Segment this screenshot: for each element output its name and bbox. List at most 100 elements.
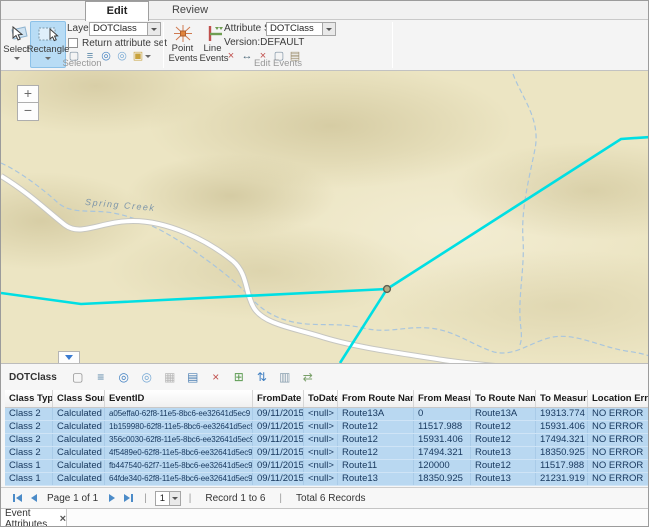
table-cell[interactable]: NO ERROR bbox=[588, 447, 649, 459]
table-cell[interactable]: <null> bbox=[304, 447, 338, 459]
table-cell[interactable]: Calculated bbox=[53, 421, 105, 433]
table-cell[interactable]: 21231.919 bbox=[536, 473, 588, 485]
table-row[interactable]: Class 2Calculated356c0030-62f8-11e5-8bc6… bbox=[5, 434, 649, 447]
close-tab-icon[interactable]: × bbox=[60, 513, 66, 525]
map-canvas[interactable]: Spring Creek + − bbox=[1, 71, 649, 363]
table-cell[interactable]: 19313.774 bbox=[536, 408, 588, 420]
table-cell[interactable]: 15931.406 bbox=[536, 421, 588, 433]
page-number-dropdown-arrow[interactable] bbox=[169, 492, 180, 505]
save-icon[interactable]: ▦ bbox=[163, 370, 177, 384]
table-cell[interactable]: NO ERROR bbox=[588, 473, 649, 485]
table-cell[interactable]: Class 2 bbox=[5, 421, 53, 433]
table-cell[interactable]: Route11 bbox=[338, 460, 414, 472]
table-cell[interactable]: 1b159980-62f8-11e5-8bc6-ee32641d5ec9 bbox=[105, 421, 253, 433]
layer-dropdown-arrow[interactable] bbox=[147, 23, 160, 35]
table-cell[interactable]: Route12 bbox=[471, 434, 536, 446]
table-cell[interactable]: 17494.321 bbox=[536, 434, 588, 446]
table-cell[interactable]: Class 2 bbox=[5, 447, 53, 459]
pan-to-selection-icon[interactable]: ◎ bbox=[140, 370, 154, 384]
table-row[interactable]: Class 2Calculated4f5489e0-62f8-11e5-8bc6… bbox=[5, 447, 649, 460]
table-cell[interactable]: 09/11/2015 bbox=[253, 408, 304, 420]
column-header[interactable]: Location Error bbox=[588, 390, 649, 407]
route-event-line-northeast[interactable] bbox=[387, 137, 649, 289]
table-cell[interactable]: <null> bbox=[304, 460, 338, 472]
column-header[interactable]: FromDate bbox=[253, 390, 304, 407]
switch-table-icon[interactable]: ▤ bbox=[186, 370, 200, 384]
delete-selected-icon[interactable]: × bbox=[209, 370, 223, 384]
collapse-table-button[interactable] bbox=[58, 351, 80, 363]
sort-icon[interactable]: ⇅ bbox=[255, 370, 269, 384]
table-row[interactable]: Class 1Calculatedfb447540-62f7-11e5-8bc6… bbox=[5, 460, 649, 473]
table-cell[interactable]: Route12 bbox=[471, 421, 536, 433]
report-icon[interactable]: ▥ bbox=[278, 370, 292, 384]
table-cell[interactable]: 17494.321 bbox=[414, 447, 471, 459]
zoom-in-button[interactable]: + bbox=[17, 85, 39, 103]
table-cell[interactable]: a05effa0-62f8-11e5-8bc6-ee32641d5ec9 bbox=[105, 408, 253, 420]
last-page-button[interactable] bbox=[120, 491, 136, 505]
table-cell[interactable]: Class 1 bbox=[5, 460, 53, 472]
page-number-combobox[interactable]: 1 bbox=[155, 491, 181, 506]
table-cell[interactable]: Calculated bbox=[53, 408, 105, 420]
table-select-icon[interactable]: ▢ bbox=[71, 370, 85, 384]
table-cell[interactable]: Route13 bbox=[338, 473, 414, 485]
table-cell[interactable]: 09/11/2015 bbox=[253, 447, 304, 459]
attribute-set-combobox[interactable]: DOTClass bbox=[266, 22, 336, 36]
table-cell[interactable]: 09/11/2015 bbox=[253, 434, 304, 446]
layer-combobox[interactable]: DOTClass bbox=[89, 22, 161, 36]
table-cell[interactable]: 09/11/2015 bbox=[253, 421, 304, 433]
table-cell[interactable]: Route12 bbox=[338, 447, 414, 459]
table-cell[interactable]: Route13A bbox=[471, 408, 536, 420]
table-cell[interactable]: Route12 bbox=[471, 460, 536, 472]
table-cell[interactable]: Class 1 bbox=[5, 473, 53, 485]
table-cell[interactable]: Route12 bbox=[338, 434, 414, 446]
table-row[interactable]: Class 1Calculated64fde340-62f8-11e5-8bc6… bbox=[5, 473, 649, 486]
column-header[interactable]: From Measure bbox=[414, 390, 471, 407]
table-cell[interactable]: 0 bbox=[414, 408, 471, 420]
table-row[interactable]: Class 2Calculateda05effa0-62f8-11e5-8bc6… bbox=[5, 408, 649, 421]
measure-spacing-icon[interactable]: ⇄ bbox=[301, 370, 315, 384]
attribute-set-dropdown-arrow[interactable] bbox=[322, 23, 335, 35]
column-header[interactable]: EventID bbox=[105, 390, 253, 407]
add-records-icon[interactable]: ⊞ bbox=[232, 370, 246, 384]
table-cell[interactable]: <null> bbox=[304, 473, 338, 485]
table-cell[interactable]: Calculated bbox=[53, 473, 105, 485]
column-header[interactable]: ToDate bbox=[304, 390, 338, 407]
column-header[interactable]: Class Type bbox=[5, 390, 53, 407]
table-cell[interactable]: 18350.925 bbox=[536, 447, 588, 459]
table-cell[interactable]: NO ERROR bbox=[588, 421, 649, 433]
previous-page-button[interactable] bbox=[25, 491, 41, 505]
zoom-to-selection-icon[interactable]: ◎ bbox=[117, 370, 131, 384]
table-cell[interactable]: NO ERROR bbox=[588, 460, 649, 472]
table-cell[interactable]: 15931.406 bbox=[414, 434, 471, 446]
table-menu-icon[interactable]: ≡ bbox=[94, 370, 108, 384]
column-header[interactable]: To Measure bbox=[536, 390, 588, 407]
column-header[interactable]: Class Source bbox=[53, 390, 105, 407]
zoom-out-button[interactable]: − bbox=[17, 103, 39, 121]
table-cell[interactable]: 11517.988 bbox=[536, 460, 588, 472]
table-cell[interactable]: 120000 bbox=[414, 460, 471, 472]
table-cell[interactable]: NO ERROR bbox=[588, 434, 649, 446]
route-junction-vertex[interactable] bbox=[384, 286, 391, 293]
column-header[interactable]: To Route Name bbox=[471, 390, 536, 407]
table-cell[interactable]: NO ERROR bbox=[588, 408, 649, 420]
tab-review[interactable]: Review bbox=[157, 1, 223, 20]
table-cell[interactable]: Class 2 bbox=[5, 434, 53, 446]
return-attribute-set-checkbox[interactable] bbox=[68, 38, 78, 48]
route-event-line-west[interactable] bbox=[1, 289, 387, 304]
table-cell[interactable]: Calculated bbox=[53, 447, 105, 459]
table-cell[interactable]: 11517.988 bbox=[414, 421, 471, 433]
table-cell[interactable]: Calculated bbox=[53, 460, 105, 472]
table-row[interactable]: Class 2Calculated1b159980-62f8-11e5-8bc6… bbox=[5, 421, 649, 434]
tab-edit[interactable]: Edit bbox=[85, 1, 149, 21]
first-page-button[interactable] bbox=[9, 491, 25, 505]
table-cell[interactable]: <null> bbox=[304, 408, 338, 420]
table-cell[interactable]: Calculated bbox=[53, 434, 105, 446]
table-cell[interactable]: Route12 bbox=[338, 421, 414, 433]
table-cell[interactable]: 64fde340-62f8-11e5-8bc6-ee32641d5ec9 bbox=[105, 473, 253, 485]
table-cell[interactable]: 4f5489e0-62f8-11e5-8bc6-ee32641d5ec9 bbox=[105, 447, 253, 459]
next-page-button[interactable] bbox=[104, 491, 120, 505]
table-cell[interactable]: Route13 bbox=[471, 473, 536, 485]
table-cell[interactable]: 356c0030-62f8-11e5-8bc6-ee32641d5ec9 bbox=[105, 434, 253, 446]
table-cell[interactable]: <null> bbox=[304, 421, 338, 433]
table-cell[interactable]: Route13A bbox=[338, 408, 414, 420]
